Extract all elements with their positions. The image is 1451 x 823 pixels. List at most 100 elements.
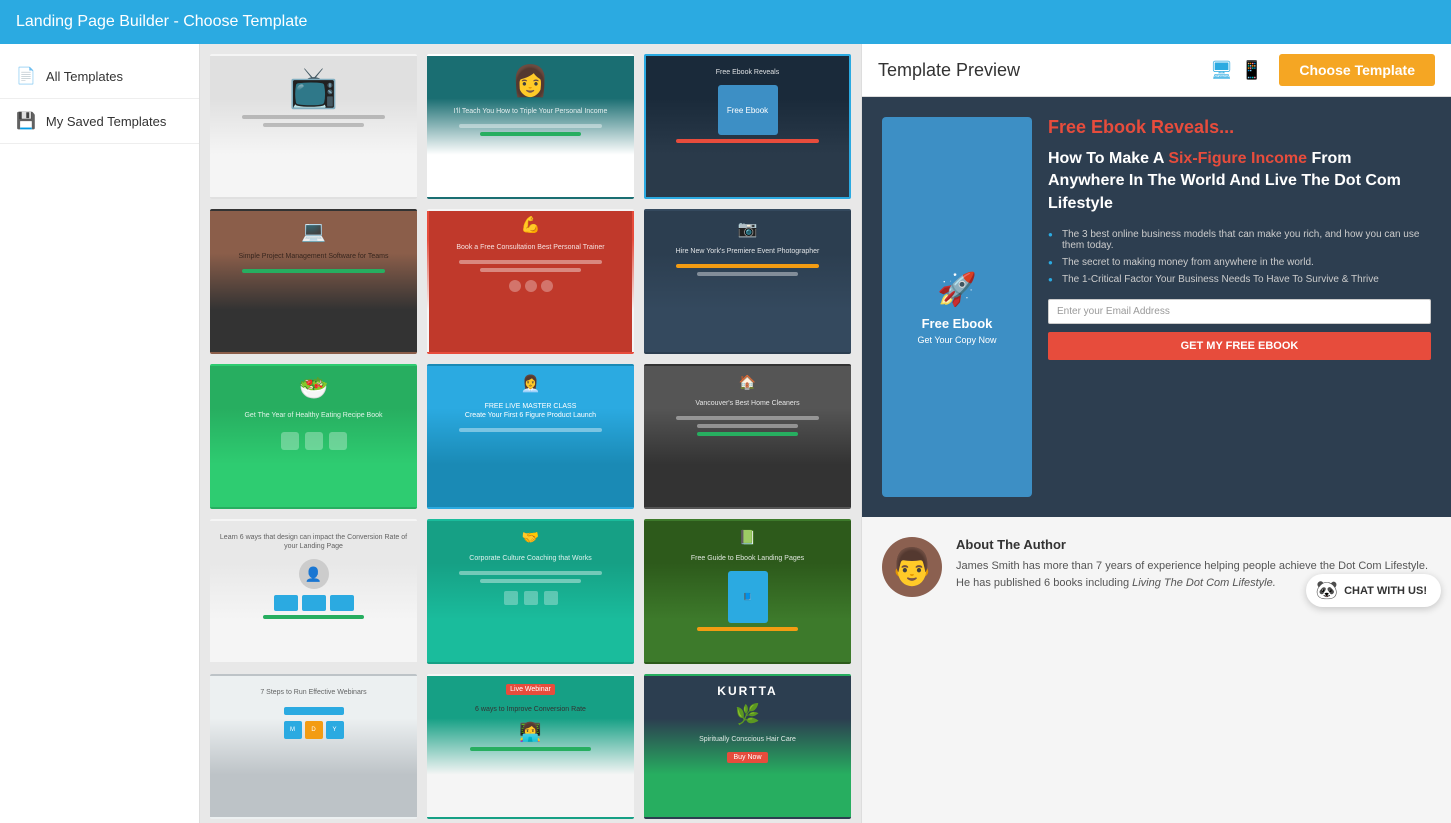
ebook2-icon: 📗 — [739, 529, 756, 546]
live-badge: Live Webinar — [506, 684, 555, 695]
preview-headline-red: Free Ebook Reveals... — [1048, 117, 1431, 138]
coaching-icon: 🤝 — [522, 529, 539, 546]
author-avatar: 👨 — [882, 537, 942, 597]
thumb-bar — [480, 579, 582, 583]
trainer-icon: 💪 — [521, 215, 541, 235]
template-thumb[interactable]: 🤝 Corporate Culture Coaching that Works — [427, 519, 634, 664]
header: Landing Page Builder - Choose Template — [0, 0, 1451, 44]
thumb-bar — [459, 571, 601, 575]
highlighted-text: Six-Figure Income — [1168, 150, 1307, 167]
thumb-bar — [480, 132, 582, 136]
preview-bullets: The 3 best online business models that c… — [1048, 229, 1431, 285]
book-subtitle: Get Your Copy Now — [917, 335, 996, 345]
preview-book-image: 🚀 Free Ebook Get Your Copy Now — [882, 117, 1032, 497]
template-grid[interactable]: 📺 👩 I'll Teach You How to Triple Your Pe… — [200, 44, 861, 823]
preview-wrapper: 🚀 Free Ebook Get Your Copy Now Free Eboo… — [862, 97, 1451, 617]
document-icon: 📄 — [16, 66, 36, 86]
grid-inner: 📺 👩 I'll Teach You How to Triple Your Pe… — [210, 54, 851, 819]
preview-panel: Template Preview 🖥 📱 Choose Template 🚀 F… — [861, 44, 1451, 823]
thumb-label: Get The Year of Healthy Eating Recipe Bo… — [240, 407, 386, 424]
stat-box — [329, 432, 347, 450]
panda-icon: 🐼 — [1316, 580, 1338, 601]
masterclass-icon: 👩‍💼 — [521, 374, 541, 394]
icons-row — [509, 280, 553, 292]
thumb-label: Spiritually Conscious Hair Care — [695, 731, 800, 748]
thumb-bar — [242, 115, 384, 119]
template-thumb[interactable]: 📷 Hire New York's Premiere Event Photogr… — [644, 209, 851, 354]
preview-cta-button: GET MY FREE EBOOK — [1048, 332, 1431, 360]
rocket-icon: 🚀 — [937, 270, 977, 308]
buy-btn: Buy Now — [727, 752, 767, 763]
preview-email-input: Enter your Email Address — [1048, 299, 1431, 324]
person-icon: 👩 — [512, 64, 549, 99]
brand-label: KURTTA — [717, 684, 777, 698]
stat-box — [305, 432, 323, 450]
icon-circle — [541, 280, 553, 292]
template-thumb[interactable]: 🥗 Get The Year of Healthy Eating Recipe … — [210, 364, 417, 509]
book-cover: 📘 — [728, 571, 768, 623]
thumb-bar — [676, 139, 818, 143]
date-block-2: Y — [326, 721, 344, 739]
template-thumb[interactable]: 📺 — [210, 54, 417, 199]
template-thumb[interactable]: 🏠 Vancouver's Best Home Cleaners — [644, 364, 851, 509]
food-icon: 🥗 — [299, 374, 329, 403]
thumb-bar — [459, 428, 601, 432]
sidebar-item-all-templates[interactable]: 📄 All Templates — [0, 54, 199, 99]
author-section-title: About The Author — [956, 537, 1431, 552]
template-thumb[interactable]: KURTTA 🌿 Spiritually Conscious Hair Care… — [644, 674, 851, 819]
thumb-bar — [459, 260, 601, 264]
template-thumb[interactable]: Learn 6 ways that design can impact the … — [210, 519, 417, 664]
thumb-label: Learn 6 ways that design can impact the … — [212, 529, 415, 555]
template-thumb[interactable]: 💻 Simple Project Management Software for… — [210, 209, 417, 354]
chat-widget[interactable]: 🐼 CHAT WITH US! — [1306, 574, 1441, 607]
thumb-bar — [697, 627, 799, 631]
date-block — [274, 595, 298, 611]
template-thumb[interactable]: Live Webinar 6 ways to Improve Conversio… — [427, 674, 634, 819]
main-layout: 📄 All Templates 💾 My Saved Templates 📺 👩 — [0, 44, 1451, 823]
sidebar-item-my-saved[interactable]: 💾 My Saved Templates — [0, 99, 199, 144]
thumb-label: Hire New York's Premiere Event Photograp… — [672, 243, 824, 260]
thumb-label: I'll Teach You How to Triple Your Person… — [450, 103, 612, 120]
template-thumb[interactable]: 7 Steps to Run Effective Webinars M D Y — [210, 674, 417, 819]
icon-sq — [524, 591, 538, 605]
thumb-bar — [697, 272, 799, 276]
sidebar-label-all: All Templates — [46, 69, 123, 84]
thumb-label: FREE LIVE MASTER CLASSCreate Your First … — [461, 398, 600, 424]
bullet-2: The secret to making money from anywhere… — [1048, 257, 1431, 268]
template-thumb-selected[interactable]: Free Ebook Reveals Free Ebook — [644, 54, 851, 199]
cleaner-icon: 🏠 — [739, 374, 756, 391]
thumb-bar — [459, 124, 601, 128]
thumb-label: 7 Steps to Run Effective Webinars — [256, 684, 370, 701]
stat-box — [281, 432, 299, 450]
preview-content: 🚀 Free Ebook Get Your Copy Now Free Eboo… — [862, 97, 1451, 823]
thumb-label: 6 ways to Improve Conversion Rate — [471, 701, 590, 718]
date-blocks — [274, 595, 354, 611]
choose-template-button[interactable]: Choose Template — [1279, 54, 1435, 86]
icon-sq — [544, 591, 558, 605]
thumb-label: Simple Project Management Software for T… — [234, 248, 392, 265]
author-face-icon: 👨 — [890, 546, 935, 588]
template-thumb[interactable]: 💪 Book a Free Consultation Best Personal… — [427, 209, 634, 354]
mobile-icon[interactable]: 📱 — [1241, 60, 1263, 81]
photo-icon: 📷 — [738, 219, 758, 239]
thumb-bar — [242, 269, 384, 273]
bullet-3: The 1-Critical Factor Your Business Need… — [1048, 274, 1431, 285]
ebook-thumb: Free Ebook — [718, 85, 778, 135]
form-fields — [284, 707, 344, 715]
template-thumb[interactable]: 📗 Free Guide to Ebook Landing Pages 📘 — [644, 519, 851, 664]
sidebar-label-saved: My Saved Templates — [46, 114, 166, 129]
template-thumb[interactable]: 👩 I'll Teach You How to Triple Your Pers… — [427, 54, 634, 199]
thumb-label: Vancouver's Best Home Cleaners — [691, 395, 803, 412]
person-avatar: 👤 — [299, 559, 329, 589]
thumb-bar — [263, 123, 365, 127]
office-icon: 💻 — [301, 219, 326, 244]
webinar3-icon: 👩‍💻 — [519, 722, 541, 743]
template-thumb[interactable]: 👩‍💼 FREE LIVE MASTER CLASSCreate Your Fi… — [427, 364, 634, 509]
preview-main-headline: How To Make A Six-Figure Income From Any… — [1048, 148, 1431, 215]
form-field — [284, 707, 344, 715]
thumb-bar — [697, 424, 799, 428]
desktop-icon[interactable]: 🖥 — [1210, 60, 1233, 81]
bullet-1: The 3 best online business models that c… — [1048, 229, 1431, 251]
thumb-label: Corporate Culture Coaching that Works — [465, 550, 595, 567]
sidebar: 📄 All Templates 💾 My Saved Templates — [0, 44, 200, 823]
